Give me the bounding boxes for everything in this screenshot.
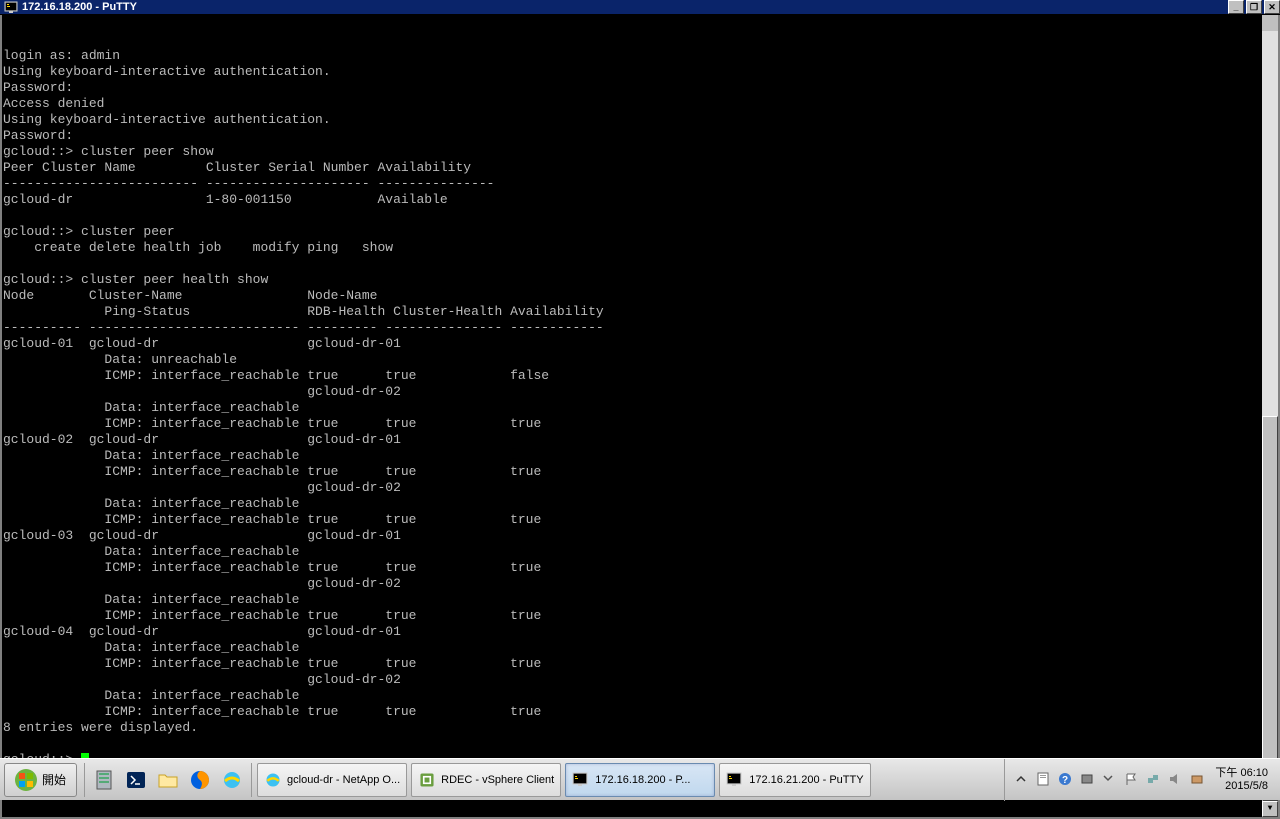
taskbar-item[interactable]: 172.16.21.200 - PuTTY xyxy=(719,763,870,797)
tray-clock[interactable]: 下午 06:10 2015/5/8 xyxy=(1209,767,1274,793)
tray-status-icon[interactable] xyxy=(1080,772,1096,788)
window-controls: _ ❐ ✕ xyxy=(1226,0,1280,14)
titlebar[interactable]: 172.16.18.200 - PuTTY _ ❐ ✕ xyxy=(0,0,1280,15)
tray-help-icon[interactable]: ? xyxy=(1058,772,1074,788)
minimize-button[interactable]: _ xyxy=(1228,0,1244,14)
task-label: gcloud-dr - NetApp O... xyxy=(287,774,400,786)
tray-disk-icon[interactable] xyxy=(1190,772,1206,788)
windows-logo-icon xyxy=(15,769,37,791)
close-button[interactable]: ✕ xyxy=(1264,0,1280,14)
quicklaunch-powershell-icon[interactable] xyxy=(122,763,150,797)
maximize-button[interactable]: ❐ xyxy=(1246,0,1262,14)
scroll-down-button[interactable]: ▼ xyxy=(1262,801,1278,817)
tray-volume-icon[interactable] xyxy=(1168,772,1184,788)
scrollbar[interactable]: ▲ ▼ xyxy=(1262,15,1278,817)
taskbar-item[interactable]: RDEC - vSphere Client xyxy=(411,763,561,797)
task-icon xyxy=(726,771,744,789)
taskbar-item[interactable]: gcloud-dr - NetApp O... xyxy=(257,763,407,797)
tray-expand-icon[interactable] xyxy=(1102,772,1118,788)
svg-text:?: ? xyxy=(1062,775,1068,786)
quicklaunch-explorer-icon[interactable] xyxy=(154,763,182,797)
separator xyxy=(84,763,85,797)
taskbar: 開始 gcloud-dr - NetApp O... RDEC - vSphere… xyxy=(0,758,1280,800)
start-label: 開始 xyxy=(42,771,66,788)
scroll-track[interactable] xyxy=(1262,31,1278,801)
tray-action-center-icon[interactable] xyxy=(1036,772,1052,788)
scroll-thumb[interactable] xyxy=(1262,416,1278,801)
tray-flag-icon[interactable] xyxy=(1124,772,1140,788)
quicklaunch-firefox-icon[interactable] xyxy=(186,763,214,797)
tray-date-text: 2015/5/8 xyxy=(1215,780,1268,793)
window-title: 172.16.18.200 - PuTTY xyxy=(22,1,1226,13)
tray-network-icon[interactable] xyxy=(1146,772,1162,788)
quicklaunch-server-icon[interactable] xyxy=(90,763,118,797)
separator xyxy=(251,763,252,797)
task-label: RDEC - vSphere Client xyxy=(441,774,554,786)
tray-time-text: 下午 06:10 xyxy=(1215,767,1268,780)
task-icon xyxy=(264,771,282,789)
system-tray: ? 下午 06:10 2015/5/8 xyxy=(1004,759,1280,801)
task-icon xyxy=(572,771,590,789)
start-button[interactable]: 開始 xyxy=(4,763,77,797)
terminal-content: login as: admin Using keyboard-interacti… xyxy=(3,48,1277,768)
task-icon xyxy=(418,771,436,789)
taskbar-tasks: gcloud-dr - NetApp O... RDEC - vSphere Cl… xyxy=(255,763,873,797)
quicklaunch-ie-icon[interactable] xyxy=(218,763,246,797)
taskbar-item[interactable]: 172.16.18.200 - P... xyxy=(565,763,715,797)
putty-icon xyxy=(4,0,18,14)
terminal[interactable]: login as: admin Using keyboard-interacti… xyxy=(0,15,1280,819)
task-label: 172.16.18.200 - P... xyxy=(595,774,690,786)
tray-chevron-icon[interactable] xyxy=(1014,772,1030,788)
task-label: 172.16.21.200 - PuTTY xyxy=(749,774,863,786)
putty-window: 172.16.18.200 - PuTTY _ ❐ ✕ login as: ad… xyxy=(0,0,1280,758)
